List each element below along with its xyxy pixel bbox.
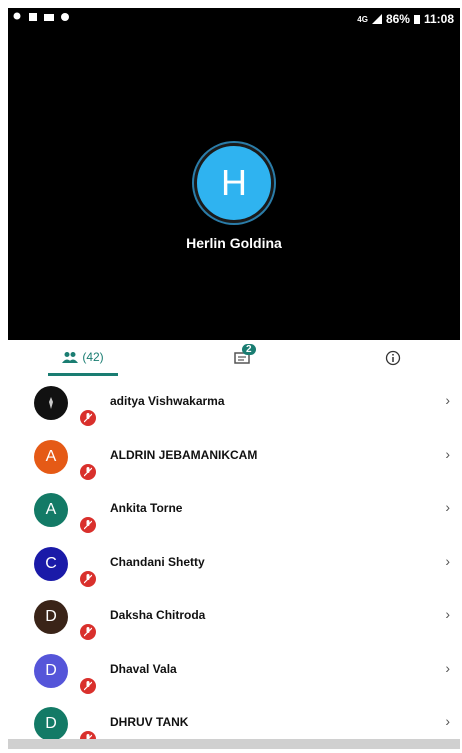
- mic-muted-icon: [80, 463, 96, 480]
- participant-row[interactable]: A ALDRIN JEBAMANIKCAM ›: [8, 432, 460, 486]
- participant-avatar: C: [34, 546, 68, 581]
- participant-name: aditya Vishwakarma: [110, 394, 225, 408]
- participant-avatar: D: [34, 600, 68, 634]
- mic-muted-icon: [80, 677, 96, 694]
- chevron-right-icon[interactable]: ›: [445, 713, 450, 729]
- participant-avatar: A: [34, 439, 68, 474]
- chevron-right-icon[interactable]: ›: [445, 606, 450, 622]
- host-panel: H Herlin Goldina: [8, 143, 460, 251]
- participant-row[interactable]: aditya Vishwakarma ›: [8, 378, 460, 432]
- mic-muted-icon: [80, 624, 96, 640]
- notification-icon: [29, 13, 37, 21]
- tab-chat[interactable]: 2: [218, 340, 268, 376]
- tab-bar: (42) 2: [8, 340, 460, 376]
- participant-name: Dhaval Vala: [110, 661, 177, 676]
- host-avatar: H: [194, 143, 274, 223]
- mail-icon: [44, 14, 54, 21]
- tab-participants[interactable]: (42): [48, 340, 118, 376]
- participant-avatar: D: [34, 653, 68, 688]
- participant-row[interactable]: C Chandani Shetty ›: [8, 539, 460, 593]
- location-icon: [13, 12, 21, 20]
- people-icon: [62, 351, 79, 363]
- battery-level: 86%: [385, 12, 410, 26]
- participant-list: aditya Vishwakarma › A ALDRIN JEBAMANIKC…: [8, 378, 460, 753]
- clock: 11:08: [423, 12, 454, 26]
- mic-muted-icon: [80, 410, 96, 426]
- chat-notification-icon: [61, 13, 69, 21]
- video-area: 4G 86% 11:08 H Herlin Goldina: [8, 8, 460, 340]
- participant-avatar: A: [34, 493, 68, 527]
- tab-info[interactable]: [368, 340, 418, 376]
- bottom-edge: [8, 739, 460, 749]
- participant-name: Daksha Chitroda: [110, 608, 206, 622]
- participant-name: DHRUV TANK: [110, 715, 189, 729]
- signal-icon: [371, 14, 382, 24]
- chevron-right-icon[interactable]: ›: [445, 499, 450, 515]
- info-icon: [385, 350, 401, 366]
- participant-row[interactable]: D Daksha Chitroda ›: [8, 592, 460, 646]
- participant-name: ALDRIN JEBAMANIKCAM: [110, 447, 258, 462]
- battery-icon: [413, 15, 420, 24]
- participants-count: (42): [82, 349, 104, 364]
- participant-name: Ankita Torne: [110, 501, 183, 515]
- network-label: 4G: [357, 14, 368, 24]
- chevron-right-icon[interactable]: ›: [445, 392, 450, 408]
- mic-muted-icon: [80, 517, 96, 533]
- chevron-right-icon[interactable]: ›: [445, 553, 450, 569]
- participant-row[interactable]: A Ankita Torne ›: [8, 485, 460, 539]
- profile-picture: [49, 397, 53, 409]
- chat-badge: 2: [242, 344, 256, 355]
- host-name: Herlin Goldina: [186, 235, 282, 251]
- mic-muted-icon: [80, 570, 96, 587]
- participant-avatar: [34, 386, 68, 420]
- participant-avatar: D: [34, 707, 68, 741]
- status-bar: 4G 86% 11:08: [8, 8, 460, 30]
- participant-name: Chandani Shetty: [110, 554, 205, 569]
- participant-row[interactable]: D Dhaval Vala ›: [8, 646, 460, 700]
- chevron-right-icon[interactable]: ›: [445, 660, 450, 676]
- chevron-right-icon[interactable]: ›: [445, 446, 450, 462]
